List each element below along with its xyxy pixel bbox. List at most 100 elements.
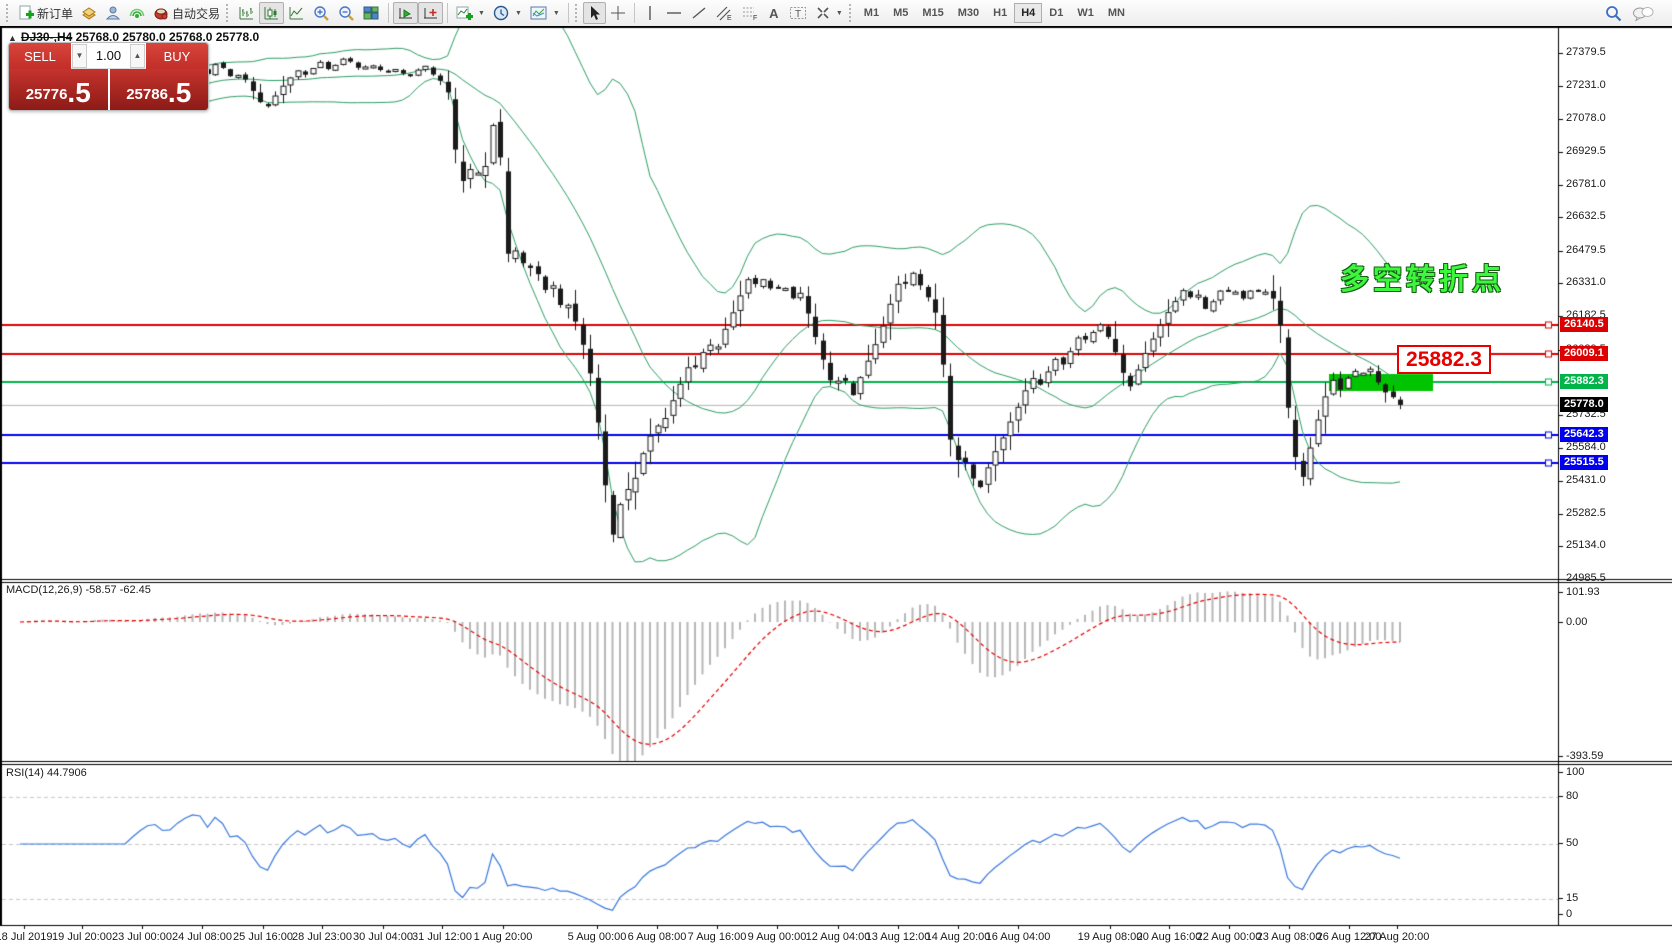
auto-trading-label: 自动交易: [172, 5, 220, 22]
volume-decrease-button[interactable]: ▼: [72, 44, 87, 68]
toolbar-separator: [388, 3, 389, 23]
chart-shift-button[interactable]: [418, 2, 443, 24]
rsi-axis-tick: 15: [1566, 892, 1578, 904]
cursor-icon: [587, 5, 602, 21]
chart-canvas[interactable]: [0, 26, 1672, 950]
price-tick: 26632.5: [1566, 210, 1606, 222]
templates-button[interactable]: ▼: [526, 2, 564, 24]
new-order-button[interactable]: 新订单: [14, 2, 77, 24]
timeframe-h1[interactable]: H1: [986, 3, 1014, 23]
price-tick: 26331.0: [1566, 276, 1606, 288]
toolbar-grip: [849, 4, 853, 22]
timeframe-m30[interactable]: M30: [951, 3, 986, 23]
price-tick: 26781.0: [1566, 178, 1606, 190]
indicators-icon: [456, 5, 473, 21]
profile-button[interactable]: [101, 2, 125, 24]
crosshair-icon: [610, 5, 626, 21]
timeframe-m15[interactable]: M15: [915, 3, 950, 23]
tile-windows-icon: [363, 5, 380, 21]
trendline-tool-button[interactable]: [687, 2, 711, 24]
volume-input[interactable]: 1.00: [88, 48, 129, 63]
arrows-icon: [815, 5, 831, 21]
channel-tool-button[interactable]: E: [711, 2, 737, 24]
timeframe-m1[interactable]: M1: [857, 3, 886, 23]
toolbar-separator: [568, 3, 569, 23]
gold-box-icon: [81, 5, 97, 21]
rsi-axis-tick: 50: [1566, 837, 1578, 849]
sell-button[interactable]: SELL: [9, 43, 71, 69]
new-order-label: 新订单: [37, 5, 73, 22]
text-tool-button[interactable]: A: [763, 2, 785, 24]
dropdown-arrow-icon: ▼: [515, 10, 522, 17]
toolbar-separator: [634, 3, 635, 23]
zoom-in-icon: [313, 5, 330, 22]
timeframe-w1[interactable]: W1: [1070, 3, 1101, 23]
auto-scroll-button[interactable]: [393, 2, 418, 24]
text-label-tool-button[interactable]: T: [785, 2, 811, 24]
search-icon[interactable]: [1605, 5, 1622, 22]
candlestick-icon: [263, 5, 280, 21]
candlestick-mode-button[interactable]: [259, 2, 284, 24]
price-tick: 27231.0: [1566, 79, 1606, 91]
svg-text:T: T: [795, 9, 801, 20]
auto-trading-icon: [153, 5, 169, 21]
time-axis-label: 31 Jul 12:00: [412, 931, 472, 943]
price-line-label: 25882.3: [1560, 374, 1608, 389]
volume-increase-button[interactable]: ▲: [130, 44, 145, 68]
timeframe-h4[interactable]: H4: [1014, 3, 1042, 23]
volume-control: ▼ 1.00 ▲: [71, 43, 146, 69]
time-axis-label: 16 Aug 04:00: [986, 931, 1051, 943]
macd-axis-tick: 101.93: [1566, 586, 1600, 598]
sell-price-main: 25776: [26, 82, 68, 108]
timeframe-m5[interactable]: M5: [886, 3, 915, 23]
time-axis-label: 22 Aug 00:00: [1197, 931, 1262, 943]
price-line-label: 26009.1: [1560, 346, 1608, 361]
chart-annotation-text: 多空转折点: [1340, 256, 1505, 298]
time-axis-label: 7 Aug 16:00: [688, 931, 747, 943]
arrows-tool-button[interactable]: ▼: [811, 2, 847, 24]
buy-price-button[interactable]: 25786.5: [110, 69, 209, 110]
indicators-button[interactable]: ▼: [452, 2, 489, 24]
crosshair-tool-button[interactable]: [606, 2, 630, 24]
time-axis-label: 23 Jul 00:00: [112, 931, 172, 943]
rsi-axis-tick: 80: [1566, 790, 1578, 802]
price-tick: 25134.0: [1566, 539, 1606, 551]
profile-icon: [105, 5, 121, 21]
bar-chart-mode-button[interactable]: [234, 2, 259, 24]
vertical-line-tool-button[interactable]: [639, 2, 661, 24]
cursor-tool-button[interactable]: [583, 2, 606, 24]
history-center-button[interactable]: [77, 2, 101, 24]
horizontal-line-tool-button[interactable]: [661, 2, 687, 24]
line-chart-mode-button[interactable]: [284, 2, 309, 24]
time-axis-label: 19 Aug 08:00: [1078, 931, 1143, 943]
auto-trading-button[interactable]: 自动交易: [149, 2, 224, 24]
zoom-out-button[interactable]: [334, 2, 359, 24]
sell-price-button[interactable]: 25776.5: [9, 69, 108, 110]
periods-button[interactable]: ▼: [489, 2, 526, 24]
time-axis-label: 20 Aug 16:00: [1137, 931, 1202, 943]
time-axis-label: 6 Aug 08:00: [628, 931, 687, 943]
chat-icon[interactable]: [1632, 5, 1654, 22]
tile-windows-button[interactable]: [359, 2, 384, 24]
timeframe-d1[interactable]: D1: [1042, 3, 1070, 23]
buy-price-main: 25786: [126, 82, 168, 108]
dropdown-arrow-icon: ▼: [478, 10, 485, 17]
price-tick: 25431.0: [1566, 474, 1606, 486]
zoom-in-button[interactable]: [309, 2, 334, 24]
time-axis-label: 12 Aug 04:00: [806, 931, 871, 943]
price-tick: 24985.5: [1566, 572, 1606, 584]
template-icon: [530, 5, 548, 21]
time-axis-label: 30 Jul 04:00: [353, 931, 413, 943]
price-line-label: 25515.5: [1560, 455, 1608, 470]
timeframe-mn[interactable]: MN: [1101, 3, 1132, 23]
bar-chart-icon: [238, 5, 255, 21]
signal-button[interactable]: [125, 2, 149, 24]
time-axis-label: 27 Aug 20:00: [1365, 931, 1430, 943]
time-axis-label: 13 Aug 12:00: [866, 931, 931, 943]
time-axis-label: 24 Jul 08:00: [172, 931, 232, 943]
price-tick: 25584.0: [1566, 441, 1606, 453]
price-tick: 27078.0: [1566, 112, 1606, 124]
buy-button[interactable]: BUY: [146, 43, 208, 69]
rsi-label: RSI(14) 44.7906: [6, 767, 87, 779]
fibonacci-tool-button[interactable]: F: [737, 2, 763, 24]
